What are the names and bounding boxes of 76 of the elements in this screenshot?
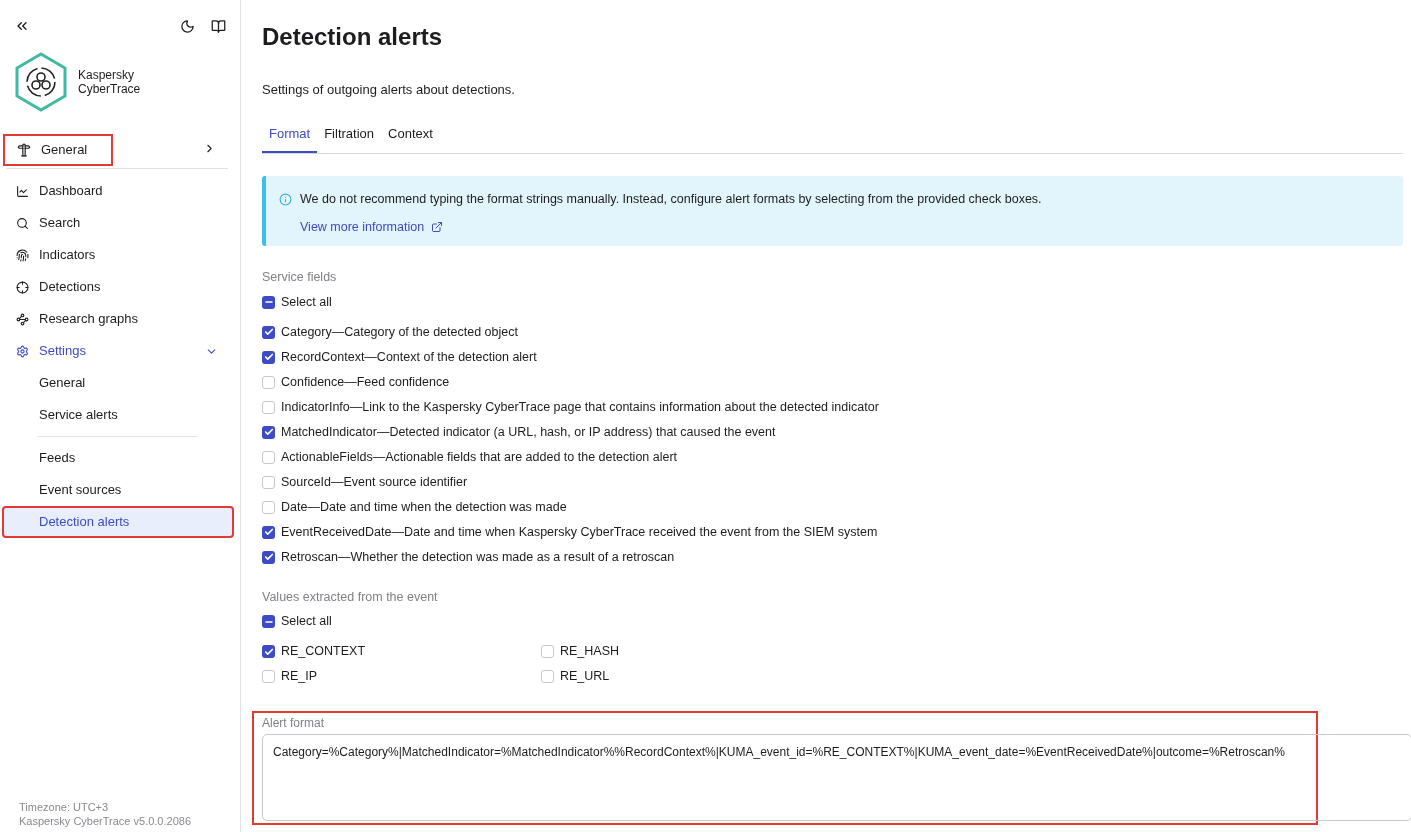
checkbox[interactable] [262, 550, 275, 564]
checkbox[interactable] [262, 500, 275, 514]
checkbox[interactable] [262, 670, 275, 683]
page-title: Detection alerts [262, 22, 444, 52]
checkbox-option[interactable]: IndicatorInfo—Link to the Kaspersky CyberTrace page that contains information about the detected indicator [262, 398, 879, 416]
checkbox-option[interactable]: ActionableFields—Actionable fields that are added to the detection alert [262, 448, 678, 466]
checkbox[interactable] [541, 645, 554, 658]
graph-icon [16, 312, 29, 326]
nav-item[interactable]: Indicators [2, 239, 238, 271]
checkbox[interactable] [262, 615, 275, 629]
checkbox[interactable] [262, 475, 275, 489]
nav-item[interactable]: General [3, 134, 113, 166]
checkbox-option[interactable]: SourceId—Event source identifier [262, 473, 468, 491]
external-link-icon [431, 221, 444, 234]
info-text: We do not recommend typing the format strings manually. Instead, configure alert formats by selecting from the provided check boxes. [300, 191, 1042, 208]
nav-item[interactable]: Settings [2, 335, 238, 367]
nav-subitem[interactable]: Event sources [2, 474, 234, 506]
fingerprint-icon [16, 248, 29, 262]
tab[interactable]: Format [262, 123, 318, 153]
checkbox-option[interactable]: Retroscan—Whether the detection was made as a result of a retroscan [262, 548, 675, 566]
nav-item[interactable]: Research graphs [2, 303, 238, 335]
checkbox[interactable] [262, 350, 275, 364]
checkbox-option[interactable]: Confidence—Feed confidence [262, 373, 450, 391]
crosshair-icon [16, 280, 29, 294]
tab[interactable]: Context [381, 123, 440, 153]
checkbox[interactable] [262, 425, 275, 439]
chart-icon [16, 184, 29, 198]
checkbox[interactable] [262, 325, 275, 339]
check-icon [263, 327, 274, 337]
moon-icon[interactable] [180, 18, 195, 34]
checkbox-option[interactable]: EventReceivedDate—Date and time when Kaspersky CyberTrace received the event from the SIEM system [262, 523, 878, 541]
info-icon [279, 192, 292, 206]
check-icon [263, 552, 274, 562]
checkbox-option[interactable]: RE_URL [541, 668, 610, 685]
select-all-option[interactable]: Select all [262, 292, 332, 312]
checkbox-option[interactable]: RE_IP [262, 668, 318, 685]
brand-name: Kaspersky CyberTrace [78, 68, 141, 96]
field-label: Alert format [262, 715, 325, 732]
tab[interactable]: Filtration [317, 123, 382, 153]
checkbox-option[interactable]: RE_HASH [541, 643, 620, 660]
checkbox[interactable] [262, 375, 275, 389]
section-heading: Service fields [262, 269, 338, 286]
book-icon[interactable] [211, 18, 226, 34]
nav-subitem[interactable]: Service alerts [2, 399, 234, 431]
nav-subitem[interactable]: Feeds [2, 442, 234, 474]
checkbox-option[interactable]: Date—Date and time when the detection was made [262, 498, 567, 516]
view-more-link[interactable]: View more information [300, 217, 444, 237]
checkbox-option[interactable]: Category—Category of the detected object [262, 323, 518, 341]
alert-format-field[interactable]: Category=%Category%|MatchedIndicator=%MatchedIndicator%%RecordContext%|KUMA_event_id=%RE_CONTEXT%|KUMA_event_date=%EventReceivedDate%|outcome=%Retroscan% [262, 734, 1411, 821]
check-icon [263, 646, 274, 657]
page-subtitle: Settings of outgoing alerts about detections. [262, 81, 516, 99]
section-heading: Values extracted from the event [262, 588, 439, 606]
checkbox-option[interactable]: MatchedIndicator—Detected indicator (a URL, hash, or IP address) that caused the event [262, 423, 776, 441]
nav-subitem[interactable]: Detection alerts [2, 506, 234, 538]
checkbox[interactable] [262, 295, 275, 309]
footer-text: Kaspersky CyberTrace v5.0.0.2086 [19, 814, 192, 828]
check-icon [263, 427, 274, 437]
settings-icon [16, 344, 29, 358]
checkbox[interactable] [541, 670, 554, 683]
nav-subitem[interactable]: General [2, 367, 234, 399]
checkbox[interactable] [262, 645, 275, 658]
nav-item[interactable]: Dashboard [2, 175, 238, 207]
checkbox-option[interactable]: RecordContext—Context of the detection alert [262, 348, 537, 366]
check-icon [263, 352, 274, 362]
checkbox[interactable] [262, 450, 275, 464]
nav-item[interactable]: Detections [2, 271, 238, 303]
checkbox-option[interactable]: RE_CONTEXT [262, 643, 366, 660]
footer-text: Timezone: UTC+3 [19, 800, 110, 814]
checkbox[interactable] [262, 400, 275, 414]
checkbox[interactable] [262, 525, 275, 539]
select-all-option[interactable]: Select all [262, 612, 332, 631]
logo-icon [14, 52, 68, 112]
search-icon [16, 216, 29, 230]
signpost-icon [17, 143, 31, 157]
nav-item[interactable]: Search [2, 207, 238, 239]
check-icon [263, 527, 274, 537]
